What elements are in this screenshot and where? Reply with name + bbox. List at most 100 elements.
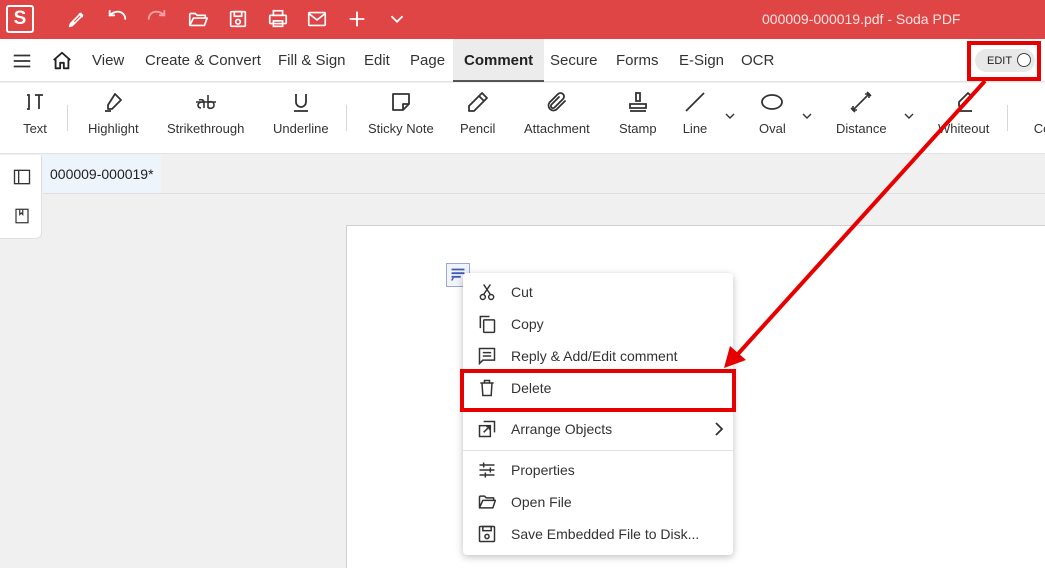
plus-icon[interactable] — [345, 7, 369, 31]
menu-edit[interactable]: Edit — [364, 39, 390, 82]
home-icon[interactable] — [50, 49, 74, 73]
tool-text[interactable]: Text — [22, 89, 48, 145]
ctx-label: Reply & Add/Edit comment — [511, 348, 678, 364]
ctx-label: Properties — [511, 462, 575, 478]
tool-label: Attachment — [524, 121, 590, 136]
sticky-note-icon — [388, 89, 414, 115]
line-dropdown-chevron-icon[interactable] — [725, 111, 735, 121]
menu-forms[interactable]: Forms — [616, 39, 659, 82]
menu-page[interactable]: Page — [410, 39, 445, 82]
hamburger-menu-icon[interactable] — [10, 49, 34, 73]
menu-e-sign[interactable]: E-Sign — [679, 39, 724, 82]
menu-view[interactable]: View — [92, 39, 124, 82]
underline-icon — [288, 89, 314, 115]
tool-label: Whiteout — [938, 121, 990, 136]
tool-attachment[interactable]: Attachment — [524, 89, 590, 145]
stamp-icon — [625, 89, 651, 115]
document-tab[interactable]: 000009-000019* — [43, 155, 161, 193]
tool-distance[interactable]: Distance — [836, 89, 887, 145]
ctx-label: Open File — [511, 494, 572, 510]
copy-icon — [477, 314, 497, 334]
tool-label: Highlight — [88, 121, 139, 136]
save-disk-icon — [477, 524, 497, 544]
tool-label: Co — [1033, 121, 1045, 136]
toolbar-divider — [1007, 105, 1008, 131]
window-title: 000009-000019.pdf - Soda PDF — [762, 11, 961, 27]
chevron-down-icon[interactable] — [385, 7, 409, 31]
scissors-icon — [477, 282, 497, 302]
distance-icon — [848, 89, 874, 115]
menu-fill-sign[interactable]: Fill & Sign — [278, 39, 346, 82]
tool-label: Pencil — [460, 121, 496, 136]
print-icon[interactable] — [266, 7, 290, 31]
ctx-reply-comment[interactable]: Reply & Add/Edit comment — [463, 340, 733, 372]
tool-underline[interactable]: Underline — [273, 89, 329, 145]
oval-icon — [759, 89, 785, 115]
ctx-arrange-objects[interactable]: Arrange Objects — [463, 413, 733, 445]
soda-pdf-logo: S — [6, 5, 34, 33]
tool-label: Sticky Note — [368, 121, 434, 136]
folder-open-icon — [477, 492, 497, 512]
ctx-cut[interactable]: Cut — [463, 276, 733, 308]
whiteout-icon — [951, 89, 977, 115]
comment-toolbar: Text Highlight Strikethrough Underline S… — [0, 83, 1045, 154]
save-icon[interactable] — [226, 7, 250, 31]
highlighter-icon — [100, 89, 126, 115]
menu-create-convert[interactable]: Create & Convert — [145, 39, 261, 82]
strikethrough-icon — [193, 89, 219, 115]
comment-icon — [477, 346, 497, 366]
ctx-label: Copy — [511, 316, 544, 332]
title-bar: S 000009-000019.pdf - Soda PDF — [0, 0, 1045, 39]
ctx-save-embedded-file[interactable]: Save Embedded File to Disk... — [463, 518, 733, 550]
paperclip-icon — [544, 89, 570, 115]
toolbar-divider — [346, 105, 347, 131]
tool-stamp[interactable]: Stamp — [619, 89, 657, 145]
ctx-label: Cut — [511, 284, 533, 300]
tab-divider — [43, 193, 1045, 194]
pencil-icon — [465, 89, 491, 115]
distance-dropdown-chevron-icon[interactable] — [904, 111, 914, 121]
mail-icon[interactable] — [305, 7, 329, 31]
tool-label: Line — [682, 121, 708, 136]
tool-label: Stamp — [619, 121, 657, 136]
ctx-copy[interactable]: Copy — [463, 308, 733, 340]
ctx-label: Save Embedded File to Disk... — [511, 526, 700, 542]
menu-divider — [463, 450, 733, 451]
text-cursor-icon — [22, 89, 48, 115]
tool-label: Oval — [759, 121, 786, 136]
oval-dropdown-chevron-icon[interactable] — [802, 111, 812, 121]
pen-icon[interactable] — [65, 7, 89, 31]
delete-highlight-box — [460, 369, 736, 412]
menu-comment[interactable]: Comment — [453, 39, 545, 82]
arrange-icon — [477, 419, 497, 439]
bookmark-icon[interactable] — [11, 205, 33, 227]
edit-toggle-highlight — [967, 41, 1041, 81]
tool-co-partial[interactable]: Co — [1029, 89, 1045, 145]
menu-bar: View Create & Convert Fill & Sign Edit P… — [0, 39, 1045, 82]
tool-oval[interactable]: Oval — [759, 89, 786, 145]
toolbar-divider — [67, 105, 68, 131]
tool-whiteout[interactable]: Whiteout — [938, 89, 989, 145]
undo-icon[interactable] — [105, 7, 129, 31]
redo-icon[interactable] — [145, 7, 169, 31]
line-icon — [682, 89, 708, 115]
tool-strikethrough[interactable]: Strikethrough — [167, 89, 244, 145]
menu-secure[interactable]: Secure — [550, 39, 598, 82]
ctx-properties[interactable]: Properties — [463, 454, 733, 486]
open-folder-icon[interactable] — [186, 7, 210, 31]
tool-pencil[interactable]: Pencil — [460, 89, 495, 145]
sliders-icon — [477, 460, 497, 480]
tool-label: Strikethrough — [167, 121, 245, 136]
tool-label: Underline — [273, 121, 329, 136]
context-menu: Cut Copy Reply & Add/Edit comment Delete… — [463, 273, 733, 555]
tool-sticky-note[interactable]: Sticky Note — [368, 89, 434, 145]
panel-toggle-icon[interactable] — [11, 166, 33, 188]
tool-label: Distance — [836, 121, 887, 136]
left-side-panel — [0, 155, 42, 239]
tool-label: Text — [23, 121, 47, 136]
ctx-open-file[interactable]: Open File — [463, 486, 733, 518]
chevron-right-icon — [715, 422, 724, 436]
tool-highlight[interactable]: Highlight — [88, 89, 139, 145]
menu-ocr[interactable]: OCR — [741, 39, 774, 82]
tool-line[interactable]: Line — [682, 89, 708, 145]
